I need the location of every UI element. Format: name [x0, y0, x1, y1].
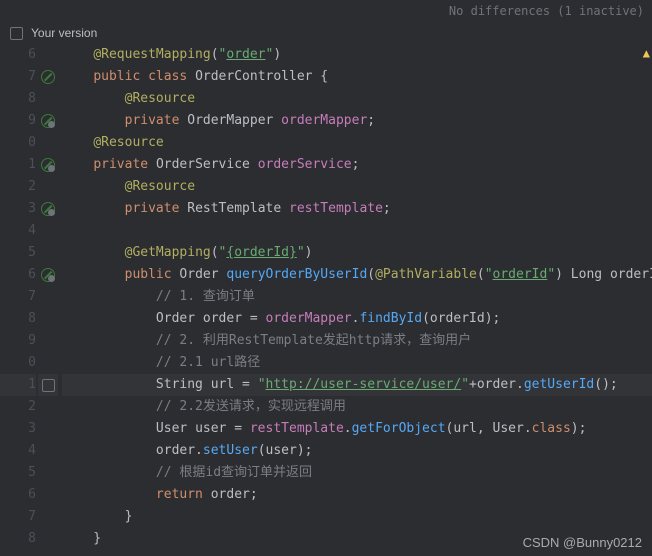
line-number: 6	[0, 44, 36, 66]
gutter-icon-slot	[38, 220, 58, 242]
code-line[interactable]: // 1. 查询订单	[62, 286, 652, 308]
code-line[interactable]: Order order = orderMapper.findById(order…	[62, 308, 652, 330]
your-version-checkbox[interactable]	[10, 27, 23, 40]
code-line[interactable]: @GetMapping("{orderId}")	[62, 242, 652, 264]
code-line[interactable]: @RequestMapping("order")	[62, 44, 652, 66]
gutter-icon-slot	[38, 110, 58, 132]
gutter-icon-slot	[38, 440, 58, 462]
gutter-icon-slot	[38, 44, 58, 66]
code-line[interactable]: private RestTemplate restTemplate;	[62, 198, 652, 220]
code-line[interactable]: User user = restTemplate.getForObject(ur…	[62, 418, 652, 440]
line-number: 5	[0, 462, 36, 484]
code-line[interactable]: private OrderService orderService;	[62, 154, 652, 176]
code-line[interactable]: // 2. 利用RestTemplate发起http请求，查询用户	[62, 330, 652, 352]
gutter-icon-slot	[38, 374, 58, 396]
gutter-icon-slot	[38, 132, 58, 154]
gutter-marker-icon[interactable]	[41, 70, 55, 84]
code-line[interactable]: // 根据id查询订单并返回	[62, 462, 652, 484]
code-line[interactable]: @Resource	[62, 88, 652, 110]
code-line[interactable]: return order;	[62, 484, 652, 506]
line-number: 9	[0, 330, 36, 352]
gutter-icon-slot	[38, 286, 58, 308]
line-number: 5	[0, 242, 36, 264]
gutter-marker-icon[interactable]	[41, 268, 55, 282]
line-number: 7	[0, 66, 36, 88]
gutter-icon-slot	[38, 198, 58, 220]
line-number: 4	[0, 220, 36, 242]
gutter-icon-slot	[38, 88, 58, 110]
gutter-icon-slot	[38, 528, 58, 550]
line-number: 4	[0, 440, 36, 462]
gutter-icon-slot	[38, 308, 58, 330]
code-line[interactable]: }	[62, 506, 652, 528]
gutter-icon-slot	[38, 462, 58, 484]
code-content[interactable]: @RequestMapping("order") public class Or…	[58, 44, 652, 556]
version-header: Your version	[0, 22, 652, 44]
line-number: 8	[0, 88, 36, 110]
gutter-icon-slot	[38, 176, 58, 198]
gutter-icon-slot	[38, 66, 58, 88]
line-number: 2	[0, 176, 36, 198]
line-number: 8	[0, 308, 36, 330]
code-line[interactable]: private OrderMapper orderMapper;	[62, 110, 652, 132]
line-checkbox[interactable]	[42, 379, 55, 392]
line-number: 1	[0, 374, 36, 396]
gutter-icon-slot	[38, 418, 58, 440]
gutter-icon-slot	[38, 484, 58, 506]
gutter-icons-column	[38, 44, 58, 556]
line-number-gutter: 67890123456789012345678	[0, 44, 38, 556]
code-line[interactable]: String url = "http://user-service/user/"…	[62, 374, 652, 396]
gutter-icon-slot	[38, 352, 58, 374]
gutter-marker-icon[interactable]	[41, 202, 55, 216]
diff-status-text: No differences (1 inactive)	[449, 4, 644, 18]
line-number: 0	[0, 132, 36, 154]
line-number: 9	[0, 110, 36, 132]
line-number: 2	[0, 396, 36, 418]
gutter-icon-slot	[38, 264, 58, 286]
gutter-marker-icon[interactable]	[41, 114, 55, 128]
gutter-icon-slot	[38, 242, 58, 264]
gutter-icon-slot	[38, 154, 58, 176]
top-status-bar: No differences (1 inactive)	[0, 0, 652, 22]
code-line[interactable]: // 2.2发送请求，实现远程调用	[62, 396, 652, 418]
line-number: 6	[0, 484, 36, 506]
line-number: 0	[0, 352, 36, 374]
gutter-marker-icon[interactable]	[41, 158, 55, 172]
line-number: 1	[0, 154, 36, 176]
line-number: 3	[0, 198, 36, 220]
your-version-label: Your version	[31, 26, 97, 40]
code-line[interactable]: order.setUser(user);	[62, 440, 652, 462]
code-line[interactable]: // 2.1 url路径	[62, 352, 652, 374]
line-number: 6	[0, 264, 36, 286]
code-line[interactable]: @Resource	[62, 132, 652, 154]
code-editor[interactable]: 67890123456789012345678 @RequestMapping(…	[0, 44, 652, 556]
watermark-text: CSDN @Bunny0212	[523, 535, 642, 550]
gutter-icon-slot	[38, 396, 58, 418]
gutter-icon-slot	[38, 330, 58, 352]
line-number: 8	[0, 528, 36, 550]
code-line[interactable]: @Resource	[62, 176, 652, 198]
code-line[interactable]	[62, 220, 652, 242]
line-number: 3	[0, 418, 36, 440]
code-line[interactable]: public class OrderController {	[62, 66, 652, 88]
line-number: 7	[0, 286, 36, 308]
line-number: 7	[0, 506, 36, 528]
gutter-icon-slot	[38, 506, 58, 528]
code-line[interactable]: public Order queryOrderByUserId(@PathVar…	[62, 264, 652, 286]
